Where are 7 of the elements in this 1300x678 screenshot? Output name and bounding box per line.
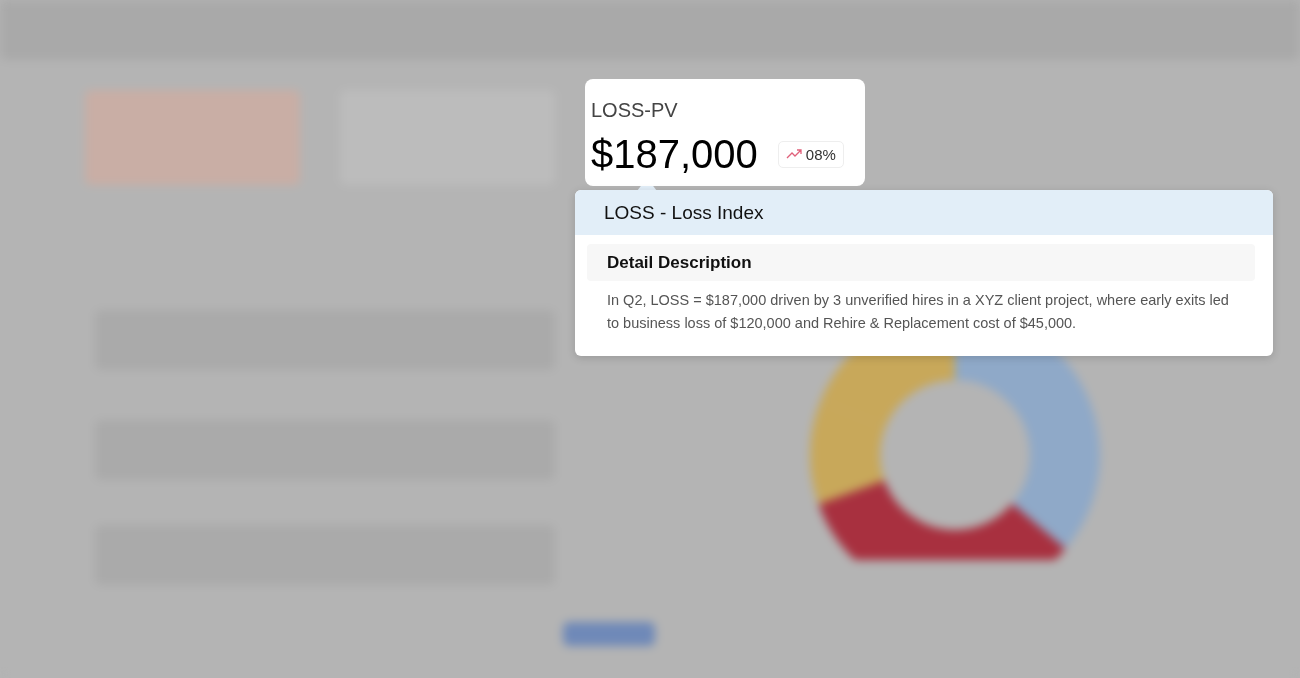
section-title: Detail Description — [587, 244, 1255, 281]
metric-label: LOSS-PV — [591, 99, 679, 122]
metric-value: $187,000 — [591, 134, 758, 174]
change-badge: 08% — [777, 140, 844, 168]
tooltip-title: LOSS - Loss Index — [575, 190, 1273, 235]
description-text: In Q2, LOSS = $187,000 driven by 3 unverified hires in a XYZ client project, where early exits led to business loss of $120,000 and Rehire & Replacement cost of $45,000. — [607, 291, 1230, 333]
trend-up-icon — [785, 149, 802, 159]
